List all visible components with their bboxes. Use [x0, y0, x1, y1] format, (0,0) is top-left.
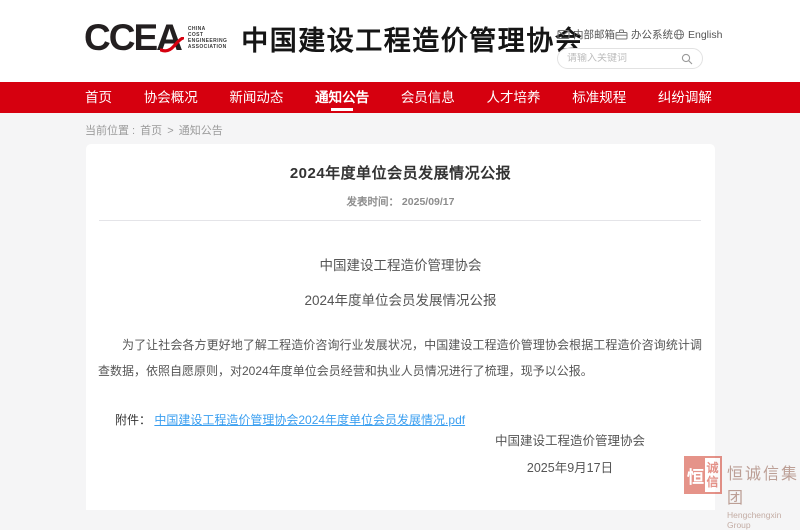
nav-item-label: 通知公告	[315, 90, 369, 105]
nav-item-notices[interactable]: 通知公告	[315, 82, 369, 113]
logo-swoosh-icon	[160, 37, 184, 53]
site-logo[interactable]: CCEA CHINA COST ENGINEERING ASSOCIATION …	[84, 18, 583, 58]
search-icon[interactable]	[681, 53, 693, 65]
attachment-row: 附件： 中国建设工程造价管理协会2024年度单位会员发展情况.pdf	[115, 411, 715, 428]
quick-link-mail[interactable]: 内部邮箱	[557, 27, 615, 42]
nav-item-standards[interactable]: 标准规程	[572, 82, 626, 113]
watermark-text: 恒诚信集团 Hengchengxin Group	[727, 456, 800, 530]
body-heading-title: 2024年度单位会员发展情况公报	[86, 289, 715, 309]
search-input[interactable]	[567, 53, 681, 64]
office-icon	[615, 29, 628, 40]
seal-char-bottom: 信	[706, 475, 718, 489]
nav-item-home[interactable]: 首页	[85, 82, 112, 113]
article-title: 2024年度单位会员发展情况公报	[86, 144, 715, 183]
logo-subtext-line: ASSOCIATION	[188, 44, 227, 50]
signature-date: 2025年9月17日	[495, 455, 645, 482]
breadcrumb-current: 通知公告	[179, 125, 223, 137]
article-paragraph: 为了让社会各方更好地了解工程造价咨询行业发展状况，中国建设工程造价管理协会根据工…	[98, 332, 702, 384]
nav-item-about[interactable]: 协会概况	[144, 82, 198, 113]
seal-char-main: 恒	[686, 458, 705, 492]
quick-link-label: English	[688, 29, 722, 41]
breadcrumb-separator: >	[164, 125, 177, 137]
publish-date-label: 发表时间：	[347, 196, 400, 208]
signature-org: 中国建设工程造价管理协会	[495, 428, 645, 455]
main-nav: 首页 协会概况 新闻动态 通知公告 会员信息 人才培养 标准规程 纠纷调解	[0, 82, 800, 113]
logo-acronym: CCEA	[84, 18, 181, 58]
publish-date: 发表时间： 2025/09/17	[86, 194, 715, 209]
search-box	[557, 48, 703, 69]
nav-item-mediation[interactable]: 纠纷调解	[658, 82, 712, 113]
globe-icon	[673, 29, 685, 40]
org-name-title: 中国建设工程造价管理协会	[241, 19, 583, 58]
breadcrumb-prefix: 当前位置 :	[85, 125, 138, 137]
hengchengxin-watermark: 恒 诚 信 恒诚信集团 Hengchengxin Group	[684, 456, 800, 530]
mail-icon	[557, 29, 570, 40]
attachment-label: 附件：	[115, 413, 151, 427]
quick-link-label: 办公系统	[631, 27, 673, 42]
watermark-name-en: Hengchengxin Group	[727, 510, 800, 530]
title-divider	[99, 220, 701, 221]
body-heading-org: 中国建设工程造价管理协会	[86, 254, 715, 274]
site-header: CCEA CHINA COST ENGINEERING ASSOCIATION …	[0, 0, 800, 82]
publish-date-value: 2025/09/17	[402, 196, 455, 208]
header-quick-links: 内部邮箱 办公系统 English	[557, 27, 703, 42]
main-nav-items: 首页 协会概况 新闻动态 通知公告 会员信息 人才培养 标准规程 纠纷调解	[85, 82, 712, 113]
quick-link-office[interactable]: 办公系统	[615, 27, 673, 42]
seal-chars-side: 诚 信	[705, 458, 720, 492]
breadcrumb-home-link[interactable]: 首页	[140, 125, 162, 137]
seal-char-top: 诚	[706, 461, 718, 475]
attachment-pdf-link[interactable]: 中国建设工程造价管理协会2024年度单位会员发展情况.pdf	[154, 413, 465, 427]
logo-subtext: CHINA COST ENGINEERING ASSOCIATION	[188, 26, 227, 50]
article-signature: 中国建设工程造价管理协会 2025年9月17日	[495, 428, 645, 482]
nav-item-training[interactable]: 人才培养	[487, 82, 541, 113]
breadcrumb: 当前位置 : 首页 > 通知公告	[85, 122, 225, 138]
nav-item-members[interactable]: 会员信息	[401, 82, 455, 113]
watermark-name-cn: 恒诚信集团	[727, 460, 800, 508]
article-card: 2024年度单位会员发展情况公报 发表时间： 2025/09/17 中国建设工程…	[86, 144, 715, 510]
nav-item-news[interactable]: 新闻动态	[229, 82, 283, 113]
quick-link-label: 内部邮箱	[573, 27, 615, 42]
active-tab-indicator	[331, 108, 353, 111]
quick-link-english[interactable]: English	[673, 29, 722, 41]
hengchengxin-seal-icon: 恒 诚 信	[684, 456, 722, 494]
